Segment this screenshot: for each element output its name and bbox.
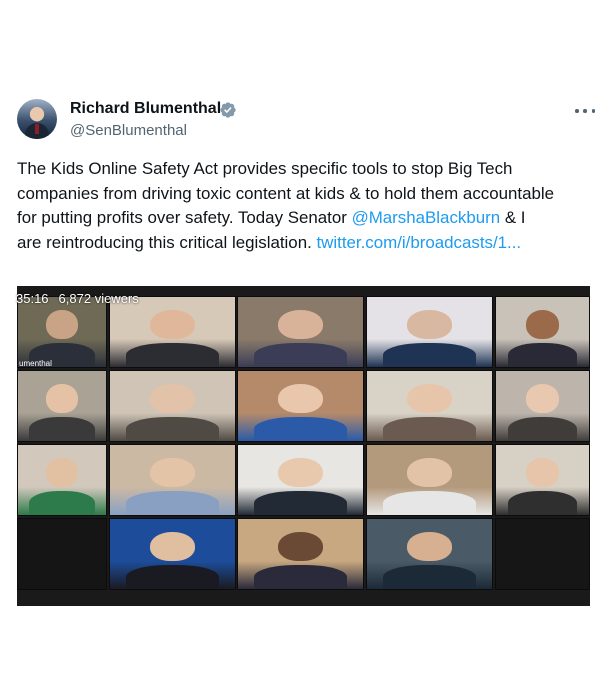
tweet-text-line-4-start: are reintroducing this critical legislat… <box>17 232 317 252</box>
participant-body <box>254 343 347 367</box>
participant-tile <box>366 518 493 590</box>
author-handle[interactable]: @SenBlumenthal <box>70 122 187 139</box>
participant-tile <box>17 296 107 368</box>
participant-face <box>150 457 195 487</box>
participant-face <box>278 309 323 339</box>
participant-face <box>278 383 323 413</box>
participant-face <box>525 309 560 339</box>
broadcast-link[interactable]: twitter.com/i/broadcasts/1... <box>316 233 521 252</box>
verified-badge-icon <box>220 102 236 118</box>
mention-link[interactable]: @MarshaBlackburn <box>352 208 501 227</box>
participant-tile <box>495 370 590 442</box>
participant-body <box>508 491 577 515</box>
participant-face <box>407 457 452 487</box>
participant-body <box>126 565 219 589</box>
participant-face <box>407 383 452 413</box>
participant-face <box>278 457 323 487</box>
participant-tile <box>109 370 236 442</box>
broadcast-video[interactable]: umenthal <box>17 286 590 606</box>
participant-face <box>150 383 195 413</box>
participant-tile <box>237 518 364 590</box>
tweet-card: Richard Blumenthal @SenBlumenthal The Ki… <box>0 0 607 692</box>
participant-face <box>407 309 452 339</box>
tweet-text-line-3: for putting profits over safety. Today S… <box>17 206 597 231</box>
participant-tile <box>366 370 493 442</box>
participant-body <box>383 565 476 589</box>
tweet-text-line-1: The Kids Online Safety Act provides spec… <box>17 159 513 178</box>
participant-tile <box>495 444 590 516</box>
author-name[interactable]: Richard Blumenthal <box>70 100 221 118</box>
tweet-text-line-4: are reintroducing this critical legislat… <box>17 231 597 256</box>
participant-body <box>383 343 476 367</box>
participant-tile <box>366 444 493 516</box>
tweet-text-line-3-end: & I <box>500 208 526 227</box>
participant-body <box>383 417 476 441</box>
participant-face <box>525 383 560 413</box>
participant-tile <box>237 296 364 368</box>
tweet-text: The Kids Online Safety Act provides spec… <box>17 157 597 255</box>
video-duration: 35:16 <box>16 291 49 306</box>
participant-body <box>254 491 347 515</box>
participant-tile <box>495 296 590 368</box>
participant-face <box>150 531 195 561</box>
participant-body <box>126 343 219 367</box>
video-stats: 35:16 6,872 viewers <box>16 291 139 306</box>
dot <box>591 109 595 113</box>
participant-body <box>383 491 476 515</box>
participant-tile <box>109 296 236 368</box>
tweet-text-line-2: companies from driving toxic content at … <box>17 183 555 203</box>
participant-tile <box>109 444 236 516</box>
participant-tile <box>495 518 590 590</box>
participant-face <box>407 531 452 561</box>
author-avatar[interactable] <box>17 99 57 139</box>
participant-face <box>150 309 195 339</box>
participant-tile <box>237 444 364 516</box>
participant-body <box>126 491 219 515</box>
participant-face <box>278 531 323 561</box>
participant-face <box>525 457 560 487</box>
participant-body <box>508 417 577 441</box>
participant-name: umenthal <box>19 359 52 368</box>
participant-body <box>254 417 347 441</box>
participant-tile <box>109 518 236 590</box>
participant-face <box>46 309 78 339</box>
participant-tile <box>237 370 364 442</box>
participant-tile <box>366 296 493 368</box>
participant-body <box>508 343 577 367</box>
dot <box>583 109 587 113</box>
tweet-text-line-3-start: for putting profits over safety. Today S… <box>17 208 352 227</box>
viewer-count: 6,872 viewers <box>58 291 139 306</box>
dot <box>575 109 579 113</box>
participant-body <box>254 565 347 589</box>
participant-body <box>126 417 219 441</box>
more-options-icon[interactable] <box>575 103 595 119</box>
